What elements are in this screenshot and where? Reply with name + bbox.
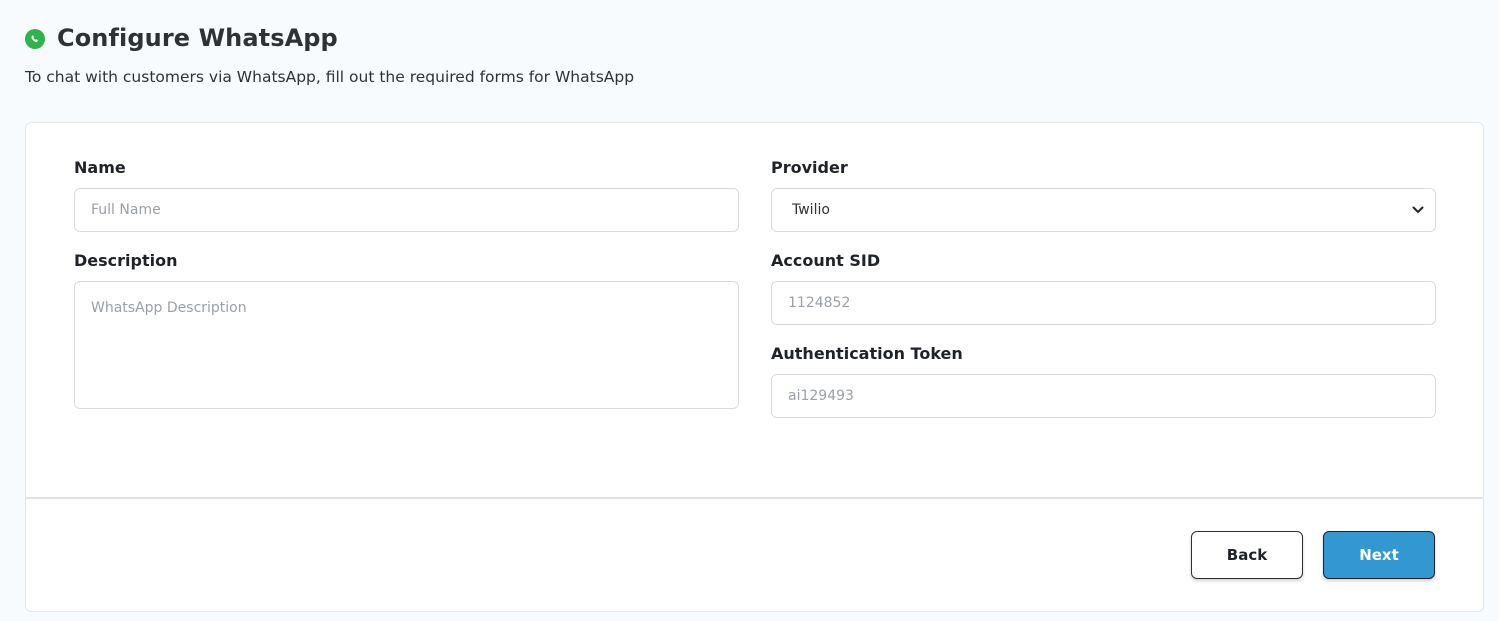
footer-divider: [26, 497, 1483, 499]
name-field-group: Name Full Name: [74, 157, 739, 232]
page-title: Configure WhatsApp: [57, 24, 338, 52]
provider-selected-value: Twilio: [792, 202, 830, 218]
left-column: Name Full Name Description WhatsApp Desc…: [74, 157, 739, 427]
auth-token-field-group: Authentication Token ai129493: [771, 343, 1436, 418]
auth-token-label: Authentication Token: [771, 344, 963, 363]
whatsapp-icon: [25, 29, 45, 49]
configuration-card: Name Full Name Description WhatsApp Desc…: [25, 122, 1484, 612]
right-column: Provider Twilio Account SID 1124852 Auth…: [771, 157, 1436, 436]
provider-select[interactable]: Twilio: [771, 188, 1436, 232]
name-input[interactable]: Full Name: [74, 188, 739, 232]
back-button[interactable]: Back: [1191, 531, 1303, 579]
chevron-down-icon: [1411, 203, 1425, 217]
provider-field-group: Provider Twilio: [771, 157, 1436, 232]
description-textarea[interactable]: WhatsApp Description: [74, 281, 739, 409]
page-header: Configure WhatsApp To chat with customer…: [25, 22, 634, 86]
account-sid-label: Account SID: [771, 251, 881, 270]
auth-token-input[interactable]: ai129493: [771, 374, 1436, 418]
account-sid-input[interactable]: 1124852: [771, 281, 1436, 325]
title-row: Configure WhatsApp: [25, 22, 634, 54]
account-sid-field-group: Account SID 1124852: [771, 250, 1436, 325]
name-label: Name: [74, 158, 126, 177]
description-label: Description: [74, 251, 178, 270]
page-subtitle: To chat with customers via WhatsApp, fil…: [25, 68, 635, 86]
provider-label: Provider: [771, 158, 848, 177]
next-button[interactable]: Next: [1323, 531, 1435, 579]
description-field-group: Description WhatsApp Description: [74, 250, 739, 409]
